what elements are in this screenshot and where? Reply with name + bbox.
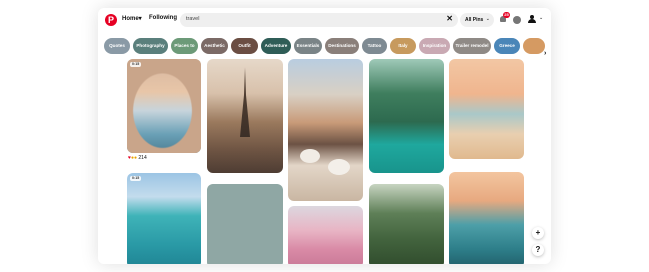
reactions-count: 214 (138, 155, 147, 161)
profile-avatar-icon[interactable] (528, 15, 536, 23)
chip-italy[interactable]: Italy (390, 38, 416, 54)
chip-outfit[interactable]: Outfit (231, 38, 258, 54)
chevron-down-icon: ▾ (138, 16, 142, 22)
following-nav-button[interactable]: Following (149, 15, 177, 21)
page-background: P Home▾ Following travel ✕ All Pins ⌄ 25… (0, 0, 649, 272)
add-button[interactable]: + (532, 227, 544, 239)
clear-search-icon[interactable]: ✕ (446, 14, 453, 23)
chip-quotes[interactable]: Quotes (104, 38, 130, 54)
pin-infinity-pool-arch[interactable]: 0:15 (127, 59, 201, 153)
chip-photography[interactable]: Photography (133, 38, 168, 54)
chip-aesthetic[interactable]: Aesthetic (201, 38, 228, 54)
chevron-down-icon: ⌄ (485, 16, 490, 22)
pin-cherry-blossom-cathedral[interactable] (288, 206, 363, 264)
pin-sage-placeholder[interactable] (207, 184, 283, 264)
pin-tropical-beach-sunset[interactable] (449, 59, 524, 159)
pin-jungle-ruins[interactable] (369, 184, 444, 264)
chip-places-to[interactable]: Places to (171, 38, 198, 54)
chip-destinations[interactable]: Destinations (325, 38, 359, 54)
chip-tattoo[interactable]: Tattoo (362, 38, 387, 54)
help-button[interactable]: ? (532, 244, 544, 256)
chip-trailer-remodel[interactable]: Trailer remodel (453, 38, 491, 54)
search-input[interactable]: travel ✕ (180, 13, 458, 27)
home-nav-label: Home (122, 16, 139, 22)
home-nav-button[interactable]: Home▾ (122, 15, 142, 22)
notifications-badge: 25 (503, 12, 510, 18)
pin-maldives-villas[interactable]: 0:15 (127, 173, 201, 264)
top-navigation-bar: P Home▾ Following travel ✕ All Pins ⌄ 25… (98, 8, 551, 34)
chip-partial[interactable] (523, 38, 545, 54)
messages-chat-icon[interactable] (513, 16, 521, 24)
search-suggestion-chips: Quotes Photography Places to Aesthetic O… (104, 38, 551, 54)
pin-island-lagoon[interactable] (449, 172, 524, 264)
chips-next-arrow-icon[interactable]: › (544, 50, 546, 57)
browser-window: P Home▾ Following travel ✕ All Pins ⌄ 25… (98, 8, 551, 264)
chip-adventure[interactable]: Adventure (261, 38, 291, 54)
chip-essentials[interactable]: Essentials (294, 38, 322, 54)
search-input-value: travel (186, 16, 200, 22)
pinterest-logo-icon[interactable]: P (105, 14, 117, 26)
pin-filter-label: All Pins (465, 17, 484, 23)
pin-eiffel-tower-street[interactable] (207, 59, 283, 173)
pin-venice-dining[interactable] (288, 59, 363, 201)
pin-filter-dropdown[interactable]: All Pins ⌄ (460, 13, 494, 27)
chip-greece[interactable]: Greece (494, 38, 520, 54)
pin-emerald-canyon-river[interactable] (369, 59, 444, 173)
account-menu-chevron-icon[interactable]: ⌄ (539, 15, 543, 21)
pin-video-duration: 0:15 (130, 176, 142, 181)
pin-reactions: ♥●● 214 (128, 155, 147, 161)
chip-inspiration[interactable]: Inspiration (419, 38, 450, 54)
emoji-reaction-icon: ●● (130, 155, 138, 161)
pin-video-duration: 0:15 (130, 62, 142, 67)
